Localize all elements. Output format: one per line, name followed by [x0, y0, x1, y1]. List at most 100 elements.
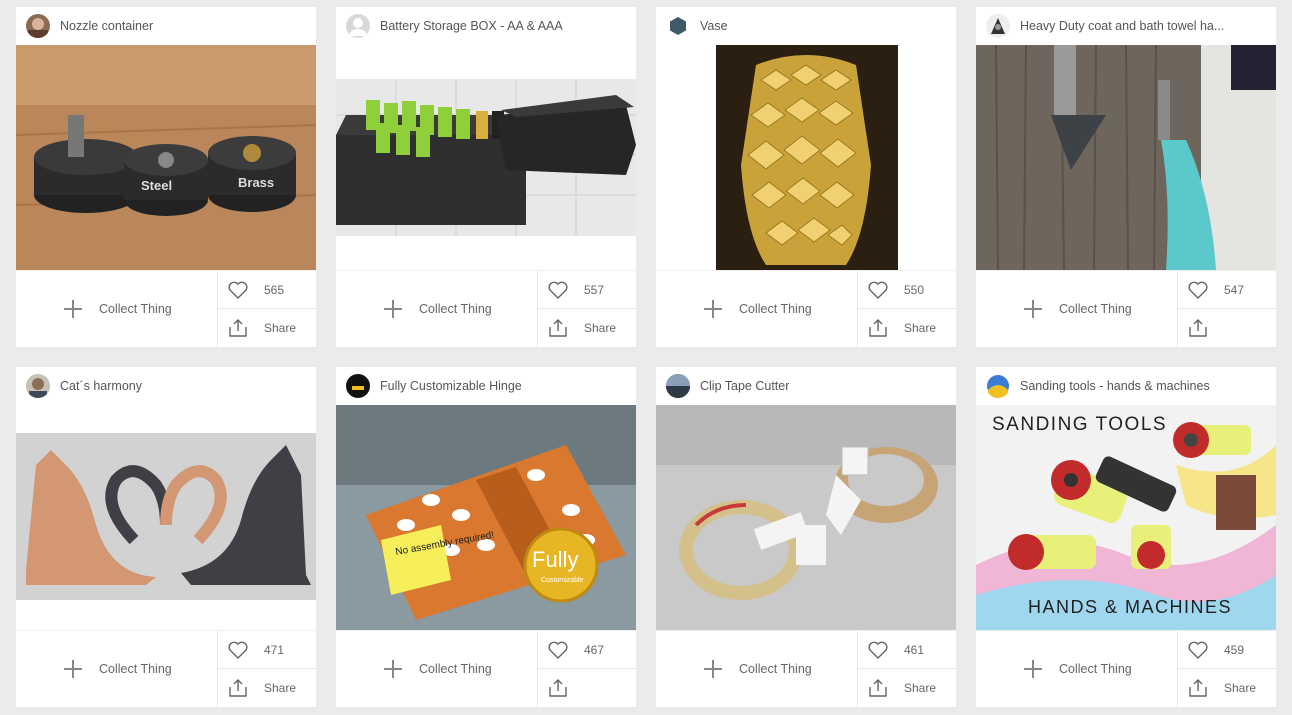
card-title[interactable]: Battery Storage BOX - AA & AAA	[380, 19, 563, 33]
like-count: 565	[264, 282, 285, 297]
share-button[interactable]: Share	[218, 669, 317, 707]
card-title[interactable]: Fully Customizable Hinge	[380, 379, 522, 393]
avatar[interactable]	[986, 374, 1010, 398]
like-count: 467	[584, 642, 605, 657]
thing-thumbnail[interactable]	[336, 45, 636, 270]
like-button[interactable]: 565	[218, 271, 317, 309]
card-title[interactable]: Cat´s harmony	[60, 379, 142, 393]
share-button[interactable]	[538, 669, 637, 707]
like-button[interactable]: 557	[538, 271, 637, 309]
thing-card[interactable]: Sanding tools - hands & machines SANDING…	[976, 367, 1277, 707]
thing-thumbnail[interactable]	[16, 405, 316, 630]
share-icon	[869, 679, 887, 697]
avatar[interactable]	[346, 14, 370, 38]
collect-thing-button[interactable]: Collect Thing	[16, 271, 217, 347]
like-count: 459	[1224, 642, 1245, 657]
card-header: Sanding tools - hands & machines	[976, 367, 1276, 405]
card-footer: Collect Thing 547	[976, 270, 1277, 347]
collect-label: Collect Thing	[99, 302, 172, 316]
plus-icon	[704, 300, 722, 318]
heart-icon	[548, 281, 568, 299]
plus-icon	[384, 300, 402, 318]
like-button[interactable]: 467	[538, 631, 637, 669]
card-actions: 467	[537, 631, 637, 707]
collect-thing-button[interactable]: Collect Thing	[336, 631, 537, 707]
avatar[interactable]	[986, 14, 1010, 38]
share-button[interactable]	[1178, 309, 1277, 347]
share-button[interactable]: Share	[1178, 669, 1277, 707]
card-actions: 471 Share	[217, 631, 317, 707]
card-footer: Collect Thing 565 Share	[16, 270, 317, 347]
heart-icon	[548, 641, 568, 659]
collect-thing-button[interactable]: Collect Thing	[16, 631, 217, 707]
collect-label: Collect Thing	[419, 302, 492, 316]
thing-card[interactable]: Fully Customizable Hinge No assembly req…	[336, 367, 637, 707]
share-button[interactable]: Share	[218, 309, 317, 347]
thing-card[interactable]: Vase Collect Thing 550 Share	[656, 7, 957, 347]
share-icon	[229, 319, 247, 337]
collect-thing-button[interactable]: Collect Thing	[336, 271, 537, 347]
collect-thing-button[interactable]: Collect Thing	[976, 271, 1177, 347]
collect-label: Collect Thing	[739, 662, 812, 676]
thing-thumbnail[interactable]: No assembly required! Fully Customizable	[336, 405, 636, 630]
card-title[interactable]: Nozzle container	[60, 19, 153, 33]
card-title[interactable]: Clip Tape Cutter	[700, 379, 789, 393]
hinge-seal: Fully	[532, 547, 578, 572]
plus-icon	[1024, 300, 1042, 318]
plus-icon	[1024, 660, 1042, 678]
share-button[interactable]: Share	[858, 309, 957, 347]
avatar[interactable]	[666, 374, 690, 398]
like-button[interactable]: 461	[858, 631, 957, 669]
collect-thing-button[interactable]: Collect Thing	[656, 631, 857, 707]
avatar[interactable]	[26, 14, 50, 38]
share-button[interactable]: Share	[858, 669, 957, 707]
card-header: Cat´s harmony	[16, 367, 316, 405]
thing-card[interactable]: Nozzle container Steel Brass Collect Thi…	[16, 7, 317, 347]
plus-icon	[384, 660, 402, 678]
like-count: 550	[904, 282, 925, 297]
share-label: Share	[904, 681, 937, 695]
thing-card[interactable]: Clip Tape Cutter Collect Thing 461 Share	[656, 367, 957, 707]
heart-icon	[228, 641, 248, 659]
card-footer: Collect Thing 550 Share	[656, 270, 957, 347]
collect-thing-button[interactable]: Collect Thing	[976, 631, 1177, 707]
card-header: Heavy Duty coat and bath towel ha...	[976, 7, 1276, 45]
thing-thumbnail[interactable]: SANDING TOOLS HANDS & MACHINES	[976, 405, 1276, 630]
card-title[interactable]: Heavy Duty coat and bath towel ha...	[1020, 19, 1224, 33]
card-header: Vase	[656, 7, 956, 45]
thing-card[interactable]: Cat´s harmony Collect Thing 471 Share	[16, 367, 317, 707]
thing-card[interactable]: Heavy Duty coat and bath towel ha... Col…	[976, 7, 1277, 347]
avatar[interactable]	[666, 14, 690, 38]
like-button[interactable]: 547	[1178, 271, 1277, 309]
card-title[interactable]: Sanding tools - hands & machines	[1020, 379, 1210, 393]
plus-icon	[64, 660, 82, 678]
nozzle-label-brass: Brass	[238, 175, 274, 190]
card-footer: Collect Thing 459 Share	[976, 630, 1277, 707]
like-count: 461	[904, 642, 925, 657]
share-icon	[1189, 319, 1207, 337]
thing-thumbnail[interactable]	[656, 45, 956, 270]
card-actions: 550 Share	[857, 271, 957, 347]
thing-card[interactable]: Battery Storage BOX - AA & AAA Collect T…	[336, 7, 637, 347]
collect-thing-button[interactable]: Collect Thing	[656, 271, 857, 347]
card-header: Nozzle container	[16, 7, 316, 45]
like-button[interactable]: 459	[1178, 631, 1277, 669]
avatar[interactable]	[26, 374, 50, 398]
collect-label: Collect Thing	[1059, 662, 1132, 676]
thing-thumbnail[interactable]: Steel Brass	[16, 45, 316, 270]
thing-thumbnail[interactable]	[976, 45, 1276, 270]
card-title[interactable]: Vase	[700, 19, 728, 33]
thing-thumbnail[interactable]	[656, 405, 956, 630]
share-label: Share	[904, 321, 937, 335]
heart-icon	[1188, 641, 1208, 659]
like-count: 557	[584, 282, 605, 297]
share-button[interactable]: Share	[538, 309, 637, 347]
card-header: Battery Storage BOX - AA & AAA	[336, 7, 636, 45]
share-icon	[549, 679, 567, 697]
like-button[interactable]: 471	[218, 631, 317, 669]
avatar[interactable]	[346, 374, 370, 398]
share-icon	[869, 319, 887, 337]
heart-icon	[1188, 281, 1208, 299]
card-footer: Collect Thing 557 Share	[336, 270, 637, 347]
like-button[interactable]: 550	[858, 271, 957, 309]
